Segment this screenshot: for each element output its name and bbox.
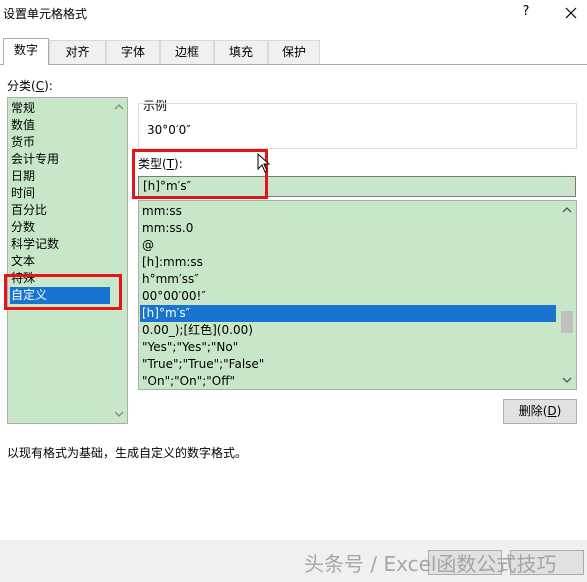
category-label: 分类(C): [7, 79, 53, 93]
category-item-date[interactable]: 日期 [11, 168, 111, 185]
delete-button[interactable]: 删除(D) [503, 399, 577, 424]
format-item[interactable]: 0.00_);[红色](0.00) [142, 322, 558, 339]
category-scrollbar[interactable] [110, 98, 127, 423]
watermark-text: 头条号 / Excel函数公式技巧 [304, 552, 557, 576]
format-item[interactable]: @ [142, 237, 558, 254]
format-item-selected[interactable]: [h]°m′s″ [140, 305, 556, 322]
sample-value: 30°0′0″ [147, 123, 191, 137]
category-item-time[interactable]: 时间 [11, 185, 111, 202]
category-item-general[interactable]: 常规 [11, 100, 111, 117]
scroll-up-icon[interactable] [114, 102, 124, 112]
scroll-up-icon[interactable] [562, 205, 572, 215]
category-item-percentage[interactable]: 百分比 [11, 202, 111, 219]
category-item-accounting[interactable]: 会计专用 [11, 151, 111, 168]
category-list[interactable]: 常规 数值 货币 会计专用 日期 时间 百分比 分数 科学记数 文本 特殊 自定… [7, 97, 128, 424]
tab-divider [0, 64, 587, 65]
highlight-custom-box [4, 274, 122, 310]
format-scrollbar[interactable] [558, 201, 576, 389]
tab-border[interactable]: 边框 [160, 40, 214, 64]
format-item[interactable]: "Yes";"Yes";"No" [142, 339, 558, 356]
sample-box: 30°0′0″ [138, 103, 577, 149]
close-button[interactable] [560, 2, 582, 24]
format-item[interactable]: "True";"True";"False" [142, 356, 558, 373]
format-list[interactable]: mm:ss mm:ss.0 @ [h]:mm:ss h°mm′ss″ 00°00… [138, 200, 577, 390]
tab-number[interactable]: 数字 [3, 38, 49, 65]
format-item[interactable]: 00°00′00!″ [142, 288, 558, 305]
close-icon [565, 7, 577, 19]
scroll-down-icon[interactable] [114, 409, 124, 419]
category-item-fraction[interactable]: 分数 [11, 219, 111, 236]
tab-alignment[interactable]: 对齐 [49, 40, 106, 64]
category-item-scientific[interactable]: 科学记数 [11, 236, 111, 253]
format-item[interactable]: [h]:mm:ss [142, 254, 558, 271]
category-item-number[interactable]: 数值 [11, 117, 111, 134]
scroll-thumb[interactable] [561, 311, 573, 333]
format-item[interactable]: mm:ss [142, 203, 558, 220]
category-item-currency[interactable]: 货币 [11, 134, 111, 151]
title-bar: 设置单元格格式 ? [0, 0, 587, 30]
tab-protection[interactable]: 保护 [268, 40, 320, 64]
tab-fill[interactable]: 填充 [214, 40, 268, 64]
category-item-text[interactable]: 文本 [11, 253, 111, 270]
format-item[interactable]: mm:ss.0 [142, 220, 558, 237]
format-item[interactable]: h°mm′ss″ [142, 271, 558, 288]
highlight-type-box [132, 149, 268, 199]
scroll-down-icon[interactable] [562, 375, 572, 385]
dialog-title: 设置单元格格式 [3, 7, 88, 21]
tab-font[interactable]: 字体 [106, 40, 160, 64]
help-button[interactable]: ? [516, 3, 536, 23]
format-item[interactable]: "On";"On";"Off" [142, 373, 558, 389]
description-text: 以现有格式为基础，生成自定义的数字格式。 [7, 446, 248, 460]
tab-bar: 数字 对齐 字体 边框 填充 保护 [0, 38, 587, 65]
mouse-cursor-icon [257, 153, 271, 173]
